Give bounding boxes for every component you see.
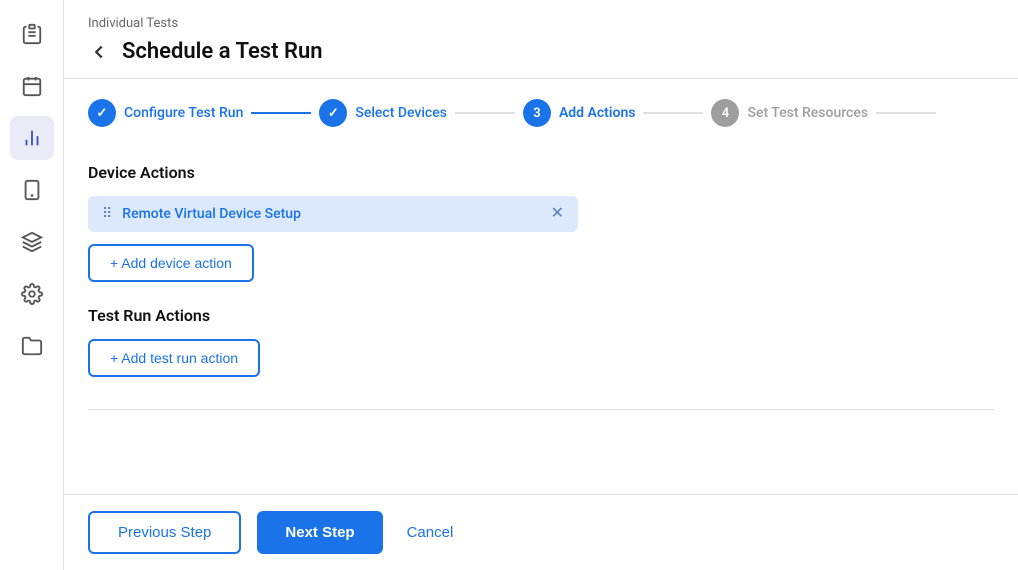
connector-2 bbox=[455, 112, 515, 114]
step-4-label: Set Test Resources bbox=[747, 105, 868, 121]
sidebar-item-layers[interactable] bbox=[10, 220, 54, 264]
step-2-circle: ✓ bbox=[319, 99, 347, 127]
sidebar-item-phone[interactable] bbox=[10, 168, 54, 212]
step-select-devices: ✓ Select Devices bbox=[319, 99, 447, 127]
drag-handle-icon[interactable]: ⠿ bbox=[102, 206, 112, 222]
device-actions-title: Device Actions bbox=[88, 163, 994, 182]
previous-step-button[interactable]: Previous Step bbox=[88, 511, 241, 554]
connector-4 bbox=[876, 112, 936, 114]
step-set-resources: 4 Set Test Resources bbox=[711, 99, 868, 127]
sidebar-item-calendar[interactable] bbox=[10, 64, 54, 108]
step-1-circle: ✓ bbox=[88, 99, 116, 127]
sidebar-item-clipboard[interactable] bbox=[10, 12, 54, 56]
step-3-label: Add Actions bbox=[559, 105, 636, 121]
sidebar-item-gear[interactable] bbox=[10, 272, 54, 316]
connector-3 bbox=[643, 112, 703, 114]
header: Individual Tests Schedule a Test Run bbox=[64, 0, 1018, 79]
sidebar-item-chart[interactable] bbox=[10, 116, 54, 160]
back-button[interactable] bbox=[88, 41, 110, 63]
add-test-run-action-button[interactable]: + Add test run action bbox=[88, 339, 260, 377]
step-configure: ✓ Configure Test Run bbox=[88, 99, 243, 127]
divider bbox=[88, 409, 994, 410]
chip-label: Remote Virtual Device Setup bbox=[122, 206, 540, 222]
breadcrumb: Individual Tests bbox=[88, 16, 994, 31]
test-run-actions-title: Test Run Actions bbox=[88, 306, 994, 325]
device-action-chip: ⠿ Remote Virtual Device Setup ✕ bbox=[88, 196, 578, 232]
main-content: Individual Tests Schedule a Test Run ✓ C… bbox=[64, 0, 1018, 570]
page-title: Schedule a Test Run bbox=[122, 39, 323, 64]
sidebar bbox=[0, 0, 64, 570]
sidebar-item-folder[interactable] bbox=[10, 324, 54, 368]
stepper: ✓ Configure Test Run ✓ Select Devices 3 … bbox=[64, 79, 1018, 143]
step-3-circle: 3 bbox=[523, 99, 551, 127]
step-2-label: Select Devices bbox=[355, 105, 447, 121]
add-device-action-button[interactable]: + Add device action bbox=[88, 244, 254, 282]
step-4-circle: 4 bbox=[711, 99, 739, 127]
step-1-label: Configure Test Run bbox=[124, 105, 243, 121]
next-step-button[interactable]: Next Step bbox=[257, 511, 382, 554]
connector-1 bbox=[251, 112, 311, 114]
step-add-actions: 3 Add Actions bbox=[523, 99, 636, 127]
content-area: Device Actions ⠿ Remote Virtual Device S… bbox=[64, 143, 1018, 494]
step-4-number: 4 bbox=[722, 106, 729, 121]
chip-close-button[interactable]: ✕ bbox=[551, 206, 564, 222]
footer: Previous Step Next Step Cancel bbox=[64, 494, 1018, 570]
cancel-button[interactable]: Cancel bbox=[399, 513, 462, 552]
step-3-number: 3 bbox=[533, 106, 540, 121]
